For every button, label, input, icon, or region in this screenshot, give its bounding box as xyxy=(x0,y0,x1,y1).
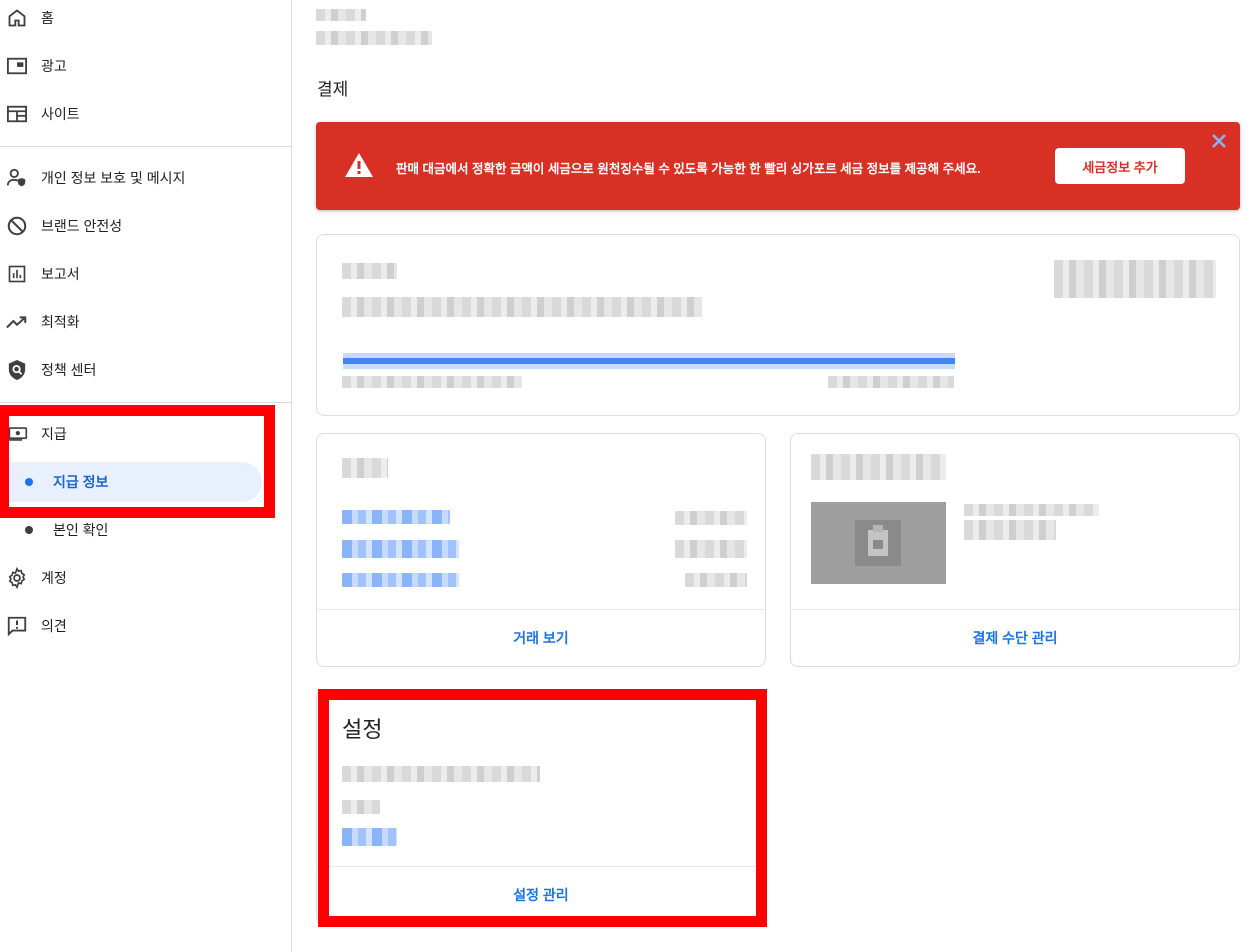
progress-fill xyxy=(343,358,955,364)
gear-icon xyxy=(6,567,28,589)
sites-icon xyxy=(6,103,28,125)
warning-icon xyxy=(344,152,374,183)
payment-threshold-progress-bar xyxy=(343,353,955,369)
ads-icon xyxy=(6,55,28,77)
transactions-card: 거래 보기 xyxy=(316,433,766,667)
redacted-link xyxy=(342,573,459,587)
home-icon xyxy=(6,7,28,29)
dot-icon xyxy=(25,526,33,534)
redacted-text xyxy=(964,504,1099,516)
privacy-icon xyxy=(6,167,28,189)
sidebar-item-label: 사이트 xyxy=(41,106,80,122)
redacted-link xyxy=(342,510,450,524)
sidebar-item-account[interactable]: 계정 xyxy=(0,558,292,598)
redacted-text xyxy=(828,376,954,388)
add-tax-info-button[interactable]: 세금정보 추가 xyxy=(1055,148,1185,184)
sidebar-item-label: 정책 센터 xyxy=(41,362,97,378)
redacted-amount xyxy=(675,511,747,525)
sidebar-item-sites[interactable]: 사이트 xyxy=(0,94,292,134)
sidebar-item-reports[interactable]: 보고서 xyxy=(0,254,292,294)
sidebar-item-brand-safety[interactable]: 브랜드 안전성 xyxy=(0,206,292,246)
payment-method-card: 결제 수단 관리 xyxy=(790,433,1240,667)
sidebar-item-policy-center[interactable]: 정책 센터 xyxy=(0,350,292,390)
manage-payment-method-link[interactable]: 결제 수단 관리 xyxy=(791,609,1239,666)
redacted-text xyxy=(342,263,397,279)
sidebar-item-label: 최적화 xyxy=(41,314,80,330)
sidebar-item-label: 브랜드 안전성 xyxy=(41,218,123,234)
redacted-text xyxy=(342,458,388,478)
highlight-box-payments xyxy=(0,405,275,518)
redacted-text xyxy=(811,454,946,480)
sidebar-item-ads[interactable]: 광고 xyxy=(0,46,292,86)
sidebar-item-label: 계정 xyxy=(41,570,67,586)
trending-icon xyxy=(6,311,28,333)
redacted-text xyxy=(964,520,1056,540)
alert-message: 판매 대금에서 정확한 금액이 세금으로 원천징수될 수 있도록 가능한 한 빨… xyxy=(396,162,981,176)
view-transactions-link[interactable]: 거래 보기 xyxy=(317,609,765,666)
redacted-amount xyxy=(685,573,747,587)
redacted-text xyxy=(342,376,522,388)
redacted-link xyxy=(342,540,459,558)
sidebar-item-feedback[interactable]: 의견 xyxy=(0,606,292,646)
balance-card xyxy=(316,234,1240,416)
sidebar-item-privacy[interactable]: 개인 정보 보호 및 메시지 xyxy=(0,158,292,198)
redacted-amount xyxy=(675,540,747,558)
sidebar-item-home[interactable]: 홈 xyxy=(0,0,292,38)
sidebar-item-label: 개인 정보 보호 및 메시지 xyxy=(41,170,186,186)
tax-alert-banner: 판매 대금에서 정확한 금액이 세금으로 원천징수될 수 있도록 가능한 한 빨… xyxy=(316,122,1240,210)
sidebar-item-optimization[interactable]: 최적화 xyxy=(0,302,292,342)
payment-method-image xyxy=(811,502,946,584)
sidebar-divider xyxy=(0,402,292,403)
redacted-text xyxy=(316,31,432,45)
policy-shield-icon xyxy=(6,359,28,381)
highlight-box-settings xyxy=(318,689,767,927)
sidebar-item-label: 보고서 xyxy=(41,266,80,282)
sidebar-item-label: 광고 xyxy=(41,58,67,74)
page-title: 결제 xyxy=(317,80,349,99)
sidebar-divider xyxy=(0,146,292,147)
redacted-text xyxy=(316,9,366,21)
reports-icon xyxy=(6,263,28,285)
sidebar-item-label: 본인 확인 xyxy=(53,522,109,538)
block-icon xyxy=(6,215,28,237)
close-icon[interactable] xyxy=(1209,131,1229,151)
sidebar-item-label: 홈 xyxy=(41,10,54,26)
redacted-text xyxy=(342,297,702,317)
sidebar-item-label: 의견 xyxy=(41,618,67,634)
feedback-icon xyxy=(6,615,28,637)
redacted-amount xyxy=(1054,260,1216,298)
